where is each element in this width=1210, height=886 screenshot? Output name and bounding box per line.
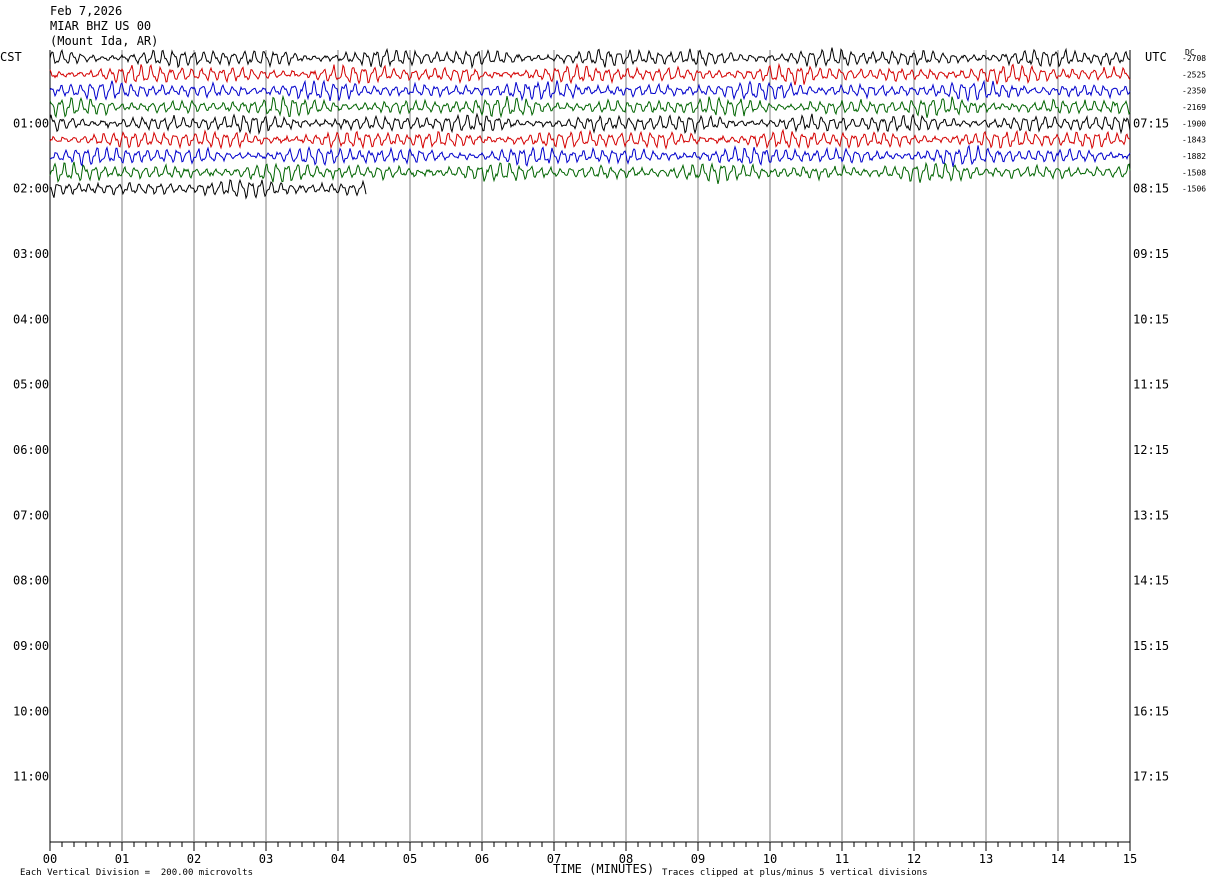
x-tick-label: 05 bbox=[403, 852, 417, 866]
x-tick-label: 06 bbox=[475, 852, 489, 866]
left-hour-label: 04:00 bbox=[13, 312, 49, 326]
right-hour-label: 08:15 bbox=[1133, 182, 1169, 196]
right-hour-label: 12:15 bbox=[1133, 443, 1169, 457]
x-tick-label: 09 bbox=[691, 852, 705, 866]
x-tick-label: 10 bbox=[763, 852, 777, 866]
x-tick-label: 15 bbox=[1123, 852, 1137, 866]
dc-offset-value: -1843 bbox=[1182, 136, 1206, 145]
left-hour-label: 06:00 bbox=[13, 443, 49, 457]
clip-note: Traces clipped at plus/minus 5 vertical … bbox=[662, 868, 928, 878]
left-hour-label: 05:00 bbox=[13, 378, 49, 392]
dc-offset-value: -1506 bbox=[1182, 185, 1206, 194]
left-hour-label: 02:00 bbox=[13, 182, 49, 196]
seismic-trace bbox=[49, 128, 1131, 150]
dc-offset-value: -1900 bbox=[1182, 119, 1206, 128]
seismic-trace bbox=[49, 178, 367, 200]
x-tick-label: 13 bbox=[979, 852, 993, 866]
right-hour-label: 13:15 bbox=[1133, 508, 1169, 522]
left-hour-label: 07:00 bbox=[13, 508, 49, 522]
dc-offset-value: -2708 bbox=[1182, 54, 1206, 63]
seismic-trace bbox=[49, 144, 1131, 167]
x-tick-label: 04 bbox=[331, 852, 345, 866]
dc-offset-value: -2169 bbox=[1182, 103, 1206, 112]
x-tick-label: 01 bbox=[115, 852, 129, 866]
right-hour-label: 11:15 bbox=[1133, 378, 1169, 392]
right-hour-label: 09:15 bbox=[1133, 247, 1169, 261]
dc-offset-value: -1508 bbox=[1182, 168, 1206, 177]
x-axis-title: TIME (MINUTES) bbox=[553, 862, 655, 876]
x-tick-label: 14 bbox=[1051, 852, 1065, 866]
left-hour-label: 09:00 bbox=[13, 639, 49, 653]
dc-offset-value: -2525 bbox=[1182, 70, 1206, 79]
right-hour-label: 14:15 bbox=[1133, 574, 1169, 588]
x-tick-label: 03 bbox=[259, 852, 273, 866]
x-tick-label: 11 bbox=[835, 852, 849, 866]
seismic-trace bbox=[49, 161, 1131, 185]
right-hour-label: 07:15 bbox=[1133, 116, 1169, 130]
left-hour-label: 11:00 bbox=[13, 770, 49, 784]
seismic-trace bbox=[49, 79, 1131, 103]
right-hour-label: 16:15 bbox=[1133, 704, 1169, 718]
scale-note: Each Vertical Division = 200.00 microvol… bbox=[20, 868, 253, 878]
right-hour-label: 17:15 bbox=[1133, 770, 1169, 784]
left-hour-label: 08:00 bbox=[13, 574, 49, 588]
dc-offset-value: -1882 bbox=[1182, 152, 1206, 161]
seismic-trace bbox=[49, 47, 1131, 70]
left-hour-label: 03:00 bbox=[13, 247, 49, 261]
dc-offset-value: -2350 bbox=[1182, 87, 1206, 96]
left-hour-label: 01:00 bbox=[13, 116, 49, 130]
seismic-trace bbox=[49, 62, 1131, 86]
x-tick-label: 12 bbox=[907, 852, 921, 866]
left-hour-label: 10:00 bbox=[13, 704, 49, 718]
x-tick-label: 00 bbox=[43, 852, 57, 866]
right-hour-label: 15:15 bbox=[1133, 639, 1169, 653]
x-tick-label: 02 bbox=[187, 852, 201, 866]
right-hour-label: 10:15 bbox=[1133, 312, 1169, 326]
helicorder-plot: 00 01 02 03 04 05 06 07 08 09 10 11 12 13 14 1501:0002:… bbox=[13, 47, 1206, 866]
